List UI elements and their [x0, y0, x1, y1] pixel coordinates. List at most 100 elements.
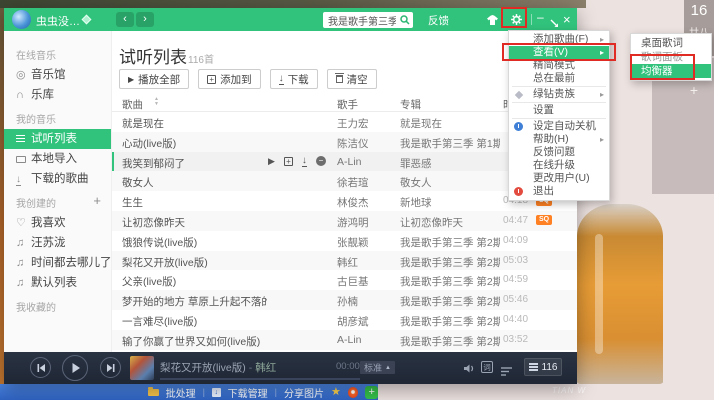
row-remove-icon[interactable]: −	[316, 156, 326, 166]
previous-button[interactable]	[30, 357, 51, 378]
button-label: 清空	[347, 72, 368, 87]
table-row[interactable]: 饿狼传说(live版) 张靓颖 我是歌手第三季 第2期 04:09	[112, 231, 577, 251]
play-button[interactable]	[62, 355, 88, 381]
trash-icon	[336, 75, 343, 83]
sidebar-item-playlist-2[interactable]: ♫时间都去哪儿了	[4, 253, 111, 273]
menu-item-label: 反馈问题	[533, 146, 575, 158]
now-playing-song: 梨花又开放(live版)	[160, 362, 246, 374]
table-row[interactable]: 父亲(live版) 古巨基 我是歌手第三季 第2期 04:59	[112, 270, 577, 290]
button-label: 添加到	[220, 72, 252, 87]
sidebar-item-default-list[interactable]: ♫默认列表	[4, 273, 111, 293]
annotation-box-equalizer	[630, 54, 695, 80]
add-button[interactable]: +	[365, 386, 378, 399]
add-to-button[interactable]: + 添加到	[198, 69, 261, 89]
feedback-link[interactable]: 反馈	[428, 13, 449, 28]
section-label: 我创建的	[16, 199, 56, 210]
annotation-box-gear	[501, 7, 527, 28]
sidebar-item-local-import[interactable]: 本地导入	[4, 149, 111, 169]
row-play-icon[interactable]: ▶	[268, 156, 275, 167]
desktop-photo-bottle	[577, 204, 663, 384]
table-row[interactable]: 一言难尽(live版) 胡彦斌 我是歌手第三季 第2期 04:40	[112, 310, 577, 330]
play-all-button[interactable]: ▶ 播放全部	[119, 69, 189, 89]
skin-shirt-icon[interactable]	[486, 13, 499, 31]
playlist-toggle[interactable]: 116	[524, 358, 562, 376]
browser-icon[interactable]	[348, 387, 359, 398]
username[interactable]: 虫虫没…	[36, 13, 80, 29]
search-icon[interactable]	[400, 15, 410, 25]
menu-item-change-user[interactable]: 更改用户(U)	[509, 172, 609, 185]
song-album: 我是歌手第三季 第2期	[400, 255, 500, 270]
quality-selector[interactable]: 标准 ▲	[360, 361, 395, 374]
column-song[interactable]: 歌曲	[122, 97, 143, 112]
toolbar-divider: |	[275, 387, 277, 397]
row-download-icon[interactable]: ↓	[302, 156, 307, 167]
album-art[interactable]	[130, 356, 154, 380]
table-row[interactable]: 输了你赢了世界又如何(live版) A-Lin 我是歌手第三季 第2期 03:5…	[112, 330, 577, 350]
row-add-icon[interactable]: +	[284, 157, 293, 166]
submenu-item-desktop-lyrics[interactable]: 桌面歌词	[631, 36, 711, 50]
speaker-icon	[463, 363, 476, 374]
now-playing-artist: 韩红	[255, 362, 276, 374]
minimize-button[interactable]: –	[537, 10, 544, 24]
menu-item-help[interactable]: 帮助(H) ▸	[509, 133, 609, 146]
now-playing[interactable]: 梨花又开放(live版)-韩红	[160, 360, 276, 375]
progress-bar[interactable]	[160, 378, 360, 380]
nav-back-button[interactable]: ‹	[116, 12, 134, 27]
clear-button[interactable]: 清空	[327, 69, 377, 89]
column-artist[interactable]: 歌手	[337, 97, 358, 112]
song-artist: 张靓颖	[337, 235, 369, 250]
song-artist: A-Lin	[337, 156, 362, 168]
menu-item-feedback[interactable]: 反馈问题	[509, 146, 609, 159]
menu-item-always-on-top[interactable]: 总在最前	[509, 72, 609, 85]
download-button[interactable]: ↓ 下载	[270, 69, 318, 89]
nav-forward-button[interactable]: ›	[136, 12, 154, 27]
search-box[interactable]	[323, 12, 413, 28]
menu-separator	[512, 118, 606, 119]
menu-item-auto-shutdown[interactable]: 设定自动关机	[509, 120, 609, 133]
table-row[interactable]: 梨花又开放(live版) 韩红 我是歌手第三季 第2期 05:03	[112, 251, 577, 271]
next-button[interactable]	[100, 357, 121, 378]
table-row[interactable]: 梦开始的地方 草原上升起不落的太阳(live版) 孙楠 我是歌手第三季 第2期 …	[112, 290, 577, 310]
close-button[interactable]: ×	[563, 12, 571, 27]
menu-item-online-update[interactable]: 在线升级	[509, 159, 609, 172]
volume-button[interactable]	[463, 361, 476, 379]
song-artist: 游鸿明	[337, 215, 369, 230]
song-artist: 古巨基	[337, 274, 369, 289]
play-mode-button[interactable]	[500, 363, 513, 381]
sidebar-item-favorites[interactable]: ♡我喜欢	[4, 213, 111, 233]
photo-watermark: TIAN W	[552, 386, 586, 395]
sidebar-item-listen-list[interactable]: 试听列表	[4, 129, 111, 149]
sidebar-section-created: 我创建的 +	[4, 189, 111, 213]
list-icon	[16, 129, 31, 149]
toolbar-item-batch[interactable]: 批处理	[166, 385, 196, 400]
song-album: 我是歌手第三季 第2期	[400, 334, 500, 349]
sort-icon[interactable]: ▲▼	[154, 97, 159, 107]
song-title: 梨花又开放(live版)	[122, 255, 208, 270]
sidebar-item-playlist-1[interactable]: ♫汪苏泷	[4, 233, 111, 253]
menu-item-label: 绿钻贵族	[533, 88, 575, 100]
sidebar-item-music-hall[interactable]: ◎音乐馆	[4, 65, 111, 85]
column-album[interactable]: 专辑	[400, 97, 421, 112]
menu-item-settings[interactable]: 设置	[509, 104, 609, 117]
song-artist: 徐若瑄	[337, 175, 369, 190]
lyrics-button[interactable]: 词	[481, 361, 493, 373]
menu-item-green-diamond[interactable]: 绿钻贵族 ▸	[509, 88, 609, 101]
search-input[interactable]	[328, 12, 396, 28]
headphones-icon: ∩	[16, 85, 31, 105]
song-duration: 04:47	[503, 215, 528, 226]
toolbar-item-download-manager[interactable]: 下载管理	[228, 385, 268, 400]
user-avatar[interactable]	[12, 10, 31, 29]
toolbar-item-share-image[interactable]: 分享图片	[284, 385, 324, 400]
sidebar-item-downloaded[interactable]: ↓下载的歌曲	[4, 169, 111, 189]
menu-item-exit[interactable]: 退出	[509, 185, 609, 198]
add-playlist-button[interactable]: +	[93, 193, 101, 208]
now-playing-dash: -	[249, 362, 253, 374]
song-artist: 陈洁仪	[337, 136, 369, 151]
table-row[interactable]: 让初恋像昨天 游鸿明 让初恋像昨天 04:47 SQ	[112, 211, 577, 231]
song-duration: 04:59	[503, 274, 528, 285]
song-title: 我笑到郁闷了	[122, 156, 185, 171]
star-icon[interactable]: ★	[331, 387, 341, 398]
song-artist: 王力宏	[337, 116, 369, 131]
sidebar-item-library[interactable]: ∩乐库	[4, 85, 111, 105]
song-artist: 韩红	[337, 255, 358, 270]
